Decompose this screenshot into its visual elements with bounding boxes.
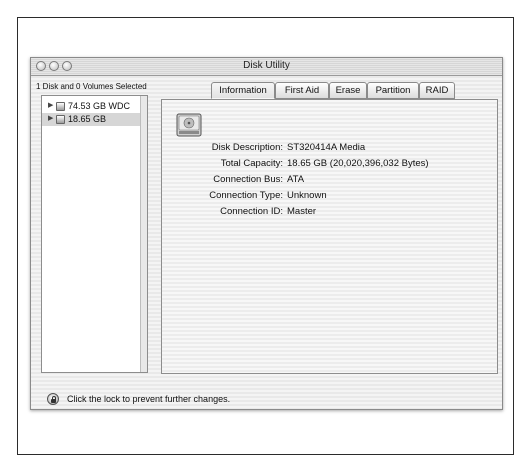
info-row: Connection Bus: ATA [162, 174, 499, 190]
disclosure-triangle-icon[interactable]: ▶ [48, 114, 53, 122]
info-value: ATA [287, 174, 305, 185]
disk-label: 18.65 GB [68, 114, 107, 124]
tab-partition[interactable]: Partition [367, 82, 419, 99]
title-bar[interactable]: Disk Utility [31, 58, 502, 76]
selection-summary: 1 Disk and 0 Volumes Selected [36, 82, 147, 91]
info-key: Connection Bus: [213, 174, 283, 185]
lock-body [51, 399, 56, 403]
hard-disk-icon [176, 113, 202, 137]
info-row: Connection ID: Master [162, 206, 499, 222]
info-value: ST320414A Media [287, 142, 366, 153]
info-row: Total Capacity: 18.65 GB (20,020,396,032… [162, 158, 499, 174]
disclosure-triangle-icon[interactable]: ▶ [48, 101, 53, 109]
disk-list-scrollbar[interactable] [140, 96, 147, 372]
window-title: Disk Utility [243, 60, 290, 71]
lock-icon[interactable] [47, 393, 59, 405]
tab-information[interactable]: Information [211, 82, 275, 99]
tab-erase[interactable]: Erase [329, 82, 367, 99]
info-value: Master [287, 206, 317, 217]
tab-raid[interactable]: RAID [419, 82, 455, 99]
info-key: Total Capacity: [220, 158, 283, 169]
info-value: Unknown [287, 190, 327, 201]
lock-message: Click the lock to prevent further change… [67, 394, 231, 404]
info-key: Disk Description: [211, 142, 283, 153]
disk-info-list: Disk Description: ST320414A Media Total … [162, 142, 499, 222]
info-value: 18.65 GB (20,020,396,032 Bytes) [287, 158, 429, 169]
tab-first-aid[interactable]: First Aid [275, 82, 329, 99]
info-row: Disk Description: ST320414A Media [162, 142, 499, 158]
info-row: Connection Type: Unknown [162, 190, 499, 206]
information-panel: Disk Description: ST320414A Media Total … [161, 99, 498, 374]
info-key: Connection ID: [220, 206, 283, 217]
disk-list[interactable]: ▶ 74.53 GB WDC ▶ 18.65 GB [41, 95, 148, 373]
info-key: Connection Type: [209, 190, 283, 201]
disk-list-item[interactable]: ▶ 74.53 GB WDC [42, 100, 141, 113]
hard-disk-icon [56, 102, 65, 111]
disk-label: 74.53 GB WDC [68, 101, 131, 111]
hard-disk-icon [56, 115, 65, 124]
disk-list-item-selected[interactable]: ▶ 18.65 GB [42, 113, 141, 126]
disk-utility-window: Disk Utility 1 Disk and 0 Volumes Select… [30, 57, 503, 410]
